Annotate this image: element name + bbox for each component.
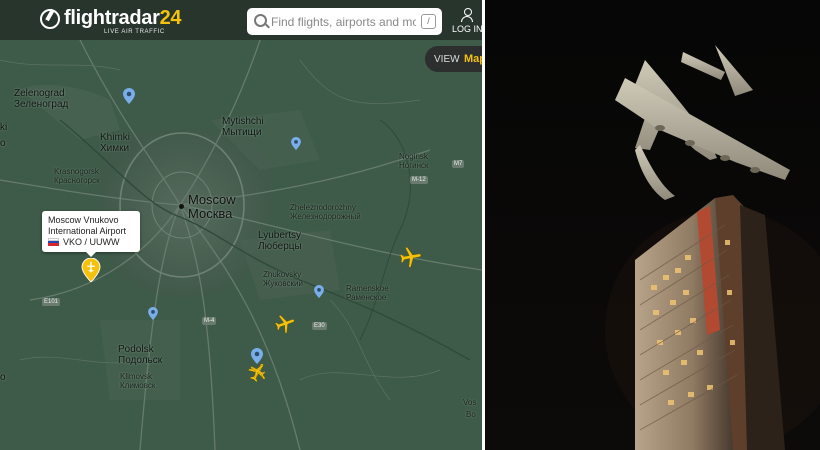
place-name-en: Moscow <box>188 192 236 207</box>
place-label: Zelenograd Зеленоград <box>14 88 68 110</box>
logo-radar-icon <box>40 9 60 29</box>
user-icon <box>461 8 473 22</box>
place-name-en: Zelenograd <box>14 88 65 99</box>
edge-label-fragment: o <box>0 372 6 383</box>
place-label: Moscow Москва <box>188 193 236 221</box>
logo-wordmark: flightradar24 <box>64 7 182 30</box>
place-name-en: Khimki <box>100 132 131 143</box>
moscow-center-dot <box>179 204 184 209</box>
logo-tagline: LIVE AIR TRAFFIC <box>104 29 165 35</box>
login-button[interactable]: LOG IN <box>452 8 482 38</box>
shortcut-key-hint: / <box>421 14 436 29</box>
airport-name-line1: Moscow Vnukovo <box>48 215 119 225</box>
edge-label-fragment: Bo <box>466 410 476 419</box>
place-label: Noginsk Ногинск <box>399 152 429 170</box>
night-photo-panel <box>485 0 820 450</box>
place-name-en: Zheleznodorozhny <box>290 203 356 212</box>
place-name-ru: Химки <box>100 143 130 154</box>
airport-codes: VKO / UUWW <box>63 237 120 247</box>
search-icon <box>254 14 267 27</box>
place-name-ru: Ногинск <box>399 161 429 170</box>
airport-info-card[interactable]: Moscow Vnukovo International Airport VKO… <box>42 211 140 257</box>
place-label: Khimki Химки <box>100 132 130 154</box>
edge-label-fragment: Vos <box>463 398 477 407</box>
place-name-ru: Жуковский <box>263 279 303 288</box>
place-label: Mytishchi Мытищи <box>222 116 264 138</box>
place-label: Podolsk Подольск <box>118 344 162 366</box>
place-name-ru: Москва <box>188 206 233 221</box>
airport-pin-icon[interactable] <box>291 137 303 153</box>
login-label: LOG IN <box>452 24 482 34</box>
flight-map-panel[interactable]: Zelenograd Зеленоград Mytishchi Мытищи K… <box>0 0 482 450</box>
place-name-ru: Красногорск <box>54 176 100 185</box>
edge-label-fragment: o <box>0 138 6 149</box>
place-name-en: Zhukovsky <box>263 270 302 279</box>
place-name-ru: Раменское <box>346 293 387 302</box>
place-name-ru: Зеленоград <box>14 99 69 110</box>
view-mode-button[interactable]: VIEW Map <box>425 46 482 72</box>
road-badge: M7 <box>452 160 465 168</box>
place-name-en: Ramenskoe <box>346 284 389 293</box>
search-input[interactable] <box>271 8 416 35</box>
road-badge: M-4 <box>202 317 217 325</box>
place-name-ru: Железнодорожный <box>290 212 361 221</box>
place-name-ru: Климовск <box>120 381 156 390</box>
place-label: Ramenskoe Раменское <box>346 284 389 302</box>
view-label: VIEW <box>434 54 460 65</box>
place-name-en: Lyubertsy <box>258 230 301 241</box>
logo-prefix: flightradar <box>64 7 160 29</box>
place-name-en: Klimovsk <box>120 372 153 381</box>
place-name-en: Podolsk <box>118 344 154 355</box>
place-label: Zhukovsky Жуковский <box>263 270 303 288</box>
selected-airport-pin-icon[interactable] <box>81 258 101 282</box>
logo-number: 24 <box>159 7 182 29</box>
place-name-ru: Люберцы <box>258 241 302 252</box>
russia-flag-icon <box>48 238 59 246</box>
airport-pin-icon[interactable] <box>123 88 135 104</box>
road-badge: M-12 <box>410 176 428 184</box>
place-name-en: Noginsk <box>399 152 428 161</box>
airport-pin-icon[interactable] <box>314 285 326 301</box>
place-label: Lyubertsy Люберцы <box>258 230 302 252</box>
place-name-en: Mytishchi <box>222 116 264 127</box>
aircraft-icon[interactable] <box>396 243 424 271</box>
place-label: Krasnogorsk Красногорск <box>54 167 100 185</box>
place-label: Zheleznodorozhny Железнодорожный <box>290 203 361 221</box>
road-badge: E101 <box>42 298 61 306</box>
airport-pin-icon[interactable] <box>148 307 160 323</box>
place-label: Klimovsk Климовск <box>120 372 155 390</box>
place-name-ru: Подольск <box>118 355 163 366</box>
view-mode-value: Map <box>464 53 482 65</box>
airport-name-line2: International Airport <box>48 226 127 236</box>
night-photo <box>485 0 820 450</box>
place-name-ru: Мытищи <box>222 127 262 138</box>
search-box[interactable]: / <box>247 8 442 35</box>
road-badge: E30 <box>312 322 327 330</box>
edge-label-fragment: ki <box>0 122 8 133</box>
place-name-en: Krasnogorsk <box>54 167 99 176</box>
